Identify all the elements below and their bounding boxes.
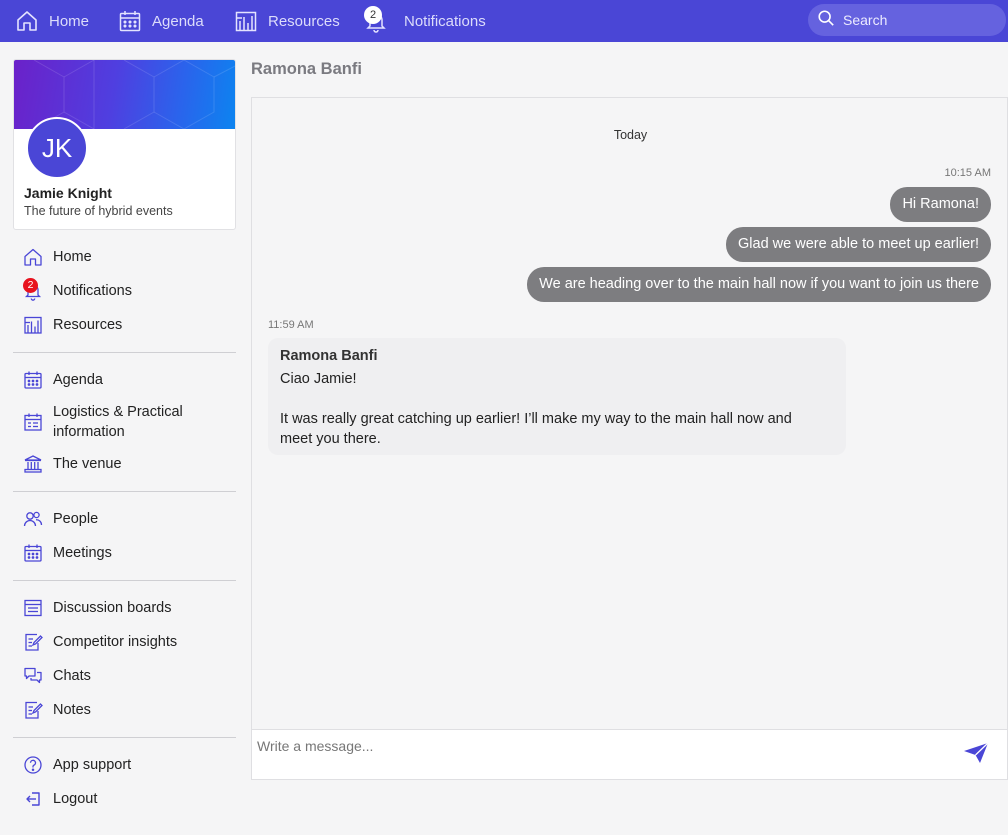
sidebar-item-label: Notifications [53,283,132,299]
sidebar-item-label: People [53,511,99,527]
chat-message-panel[interactable]: Today 10:15 AM Hi Ramona! Glad we were a… [251,97,1008,729]
sidebar-item-label: Notes [53,702,91,718]
profile-tagline: The future of hybrid events [24,204,173,218]
chat-title: Ramona Banfi [251,60,362,78]
sidebar-item-label-line2: information [53,424,125,440]
profile-card[interactable]: JK Jamie Knight The future of hybrid eve… [13,59,236,230]
sidebar-item-label: Discussion boards [53,600,172,616]
top-nav-resources[interactable]: Resources [234,0,340,42]
profile-name: Jamie Knight [24,185,112,201]
sidebar-item-discussion-boards[interactable]: Discussion boards [13,598,236,618]
outgoing-timestamp: 10:15 AM [944,167,991,179]
message-text-line: Ciao Jamie! [280,371,357,387]
top-nav-resources-label: Resources [268,12,340,30]
search-icon [817,9,835,32]
avatar: JK [26,117,88,179]
top-nav-agenda-label: Agenda [152,12,204,30]
message-sender: Ramona Banfi [280,348,378,364]
help-icon [23,755,43,775]
outgoing-message[interactable]: Glad we were able to meet up earlier! [726,227,991,262]
sidebar-item-home[interactable]: Home [13,247,236,267]
message-text-line: It was really great catching up earlier!… [280,411,792,427]
top-nav-notifications-label: Notifications [404,12,486,30]
sidebar-item-logout[interactable]: Logout [13,789,236,809]
sidebar-item-label-group: Logistics & Practical information [53,402,183,442]
send-button[interactable] [963,742,989,764]
sidebar-item-label: Meetings [53,545,112,561]
sidebar-item-label: Logistics & Practical [53,404,183,420]
sidebar-item-notifications[interactable]: 2 Notifications [13,278,236,301]
top-nav-notifications[interactable]: 2 Notifications [364,0,486,42]
sidebar-item-label: Resources [53,317,123,333]
top-nav-home[interactable]: Home [15,0,89,42]
incoming-timestamp: 11:59 AM [268,319,314,331]
sidebar-item-notes[interactable]: Notes [13,700,236,720]
top-nav-bar: Home Agenda Resources 2 Notifications [0,0,1008,42]
notes-icon [23,700,43,720]
sidebar-item-label: The venue [53,456,122,472]
chat-icon [23,666,43,686]
incoming-message[interactable]: Ramona Banfi Ciao Jamie! It was really g… [268,338,846,455]
sidebar-item-label: Home [53,249,92,265]
sidebar-divider [13,737,236,738]
sidebar-item-label: Competitor insights [53,634,178,650]
sidebar-item-logistics[interactable]: Logistics & Practical information [13,402,236,442]
notifications-count-badge: 2 [364,6,382,24]
sidebar-item-app-support[interactable]: App support [13,755,236,775]
sidebar-divider [13,352,236,353]
sidebar-divider [13,580,236,581]
top-nav-home-label: Home [49,12,90,30]
message-text-line: meet you there. [280,431,381,447]
calendar-icon [23,543,43,563]
logistics-icon [23,412,43,432]
message-input[interactable] [257,736,937,756]
home-icon [23,247,43,267]
sidebar-item-meetings[interactable]: Meetings [13,543,236,563]
message-paragraph-gap [280,389,834,409]
message-composer [251,729,1008,780]
sidebar-item-label: Chats [53,668,91,684]
top-nav-agenda[interactable]: Agenda [118,0,204,42]
day-separator: Today [613,128,648,142]
sidebar-item-label: Agenda [53,372,103,388]
send-icon [964,742,989,763]
sidebar-item-label: Logout [53,791,98,807]
edit-note-icon [23,632,43,652]
calendar-icon [118,9,142,33]
outgoing-message[interactable]: Hi Ramona! [890,187,991,222]
board-icon [23,598,43,618]
sidebar-item-chats[interactable]: Chats [13,666,236,686]
sidebar-item-label: App support [53,757,132,773]
sidebar-item-people[interactable]: People [13,509,236,529]
sidebar-item-agenda[interactable]: Agenda [13,370,236,390]
people-icon [23,509,43,529]
sidebar-item-venue[interactable]: The venue [13,454,236,474]
logout-icon [23,789,43,809]
sidebar-item-resources[interactable]: Resources [13,315,236,335]
venue-icon [23,454,43,474]
sidebar-divider [13,491,236,492]
outgoing-message[interactable]: We are heading over to the main hall now… [527,267,991,302]
resources-icon [23,315,43,335]
notifications-badge: 2 [23,278,38,293]
sidebar-item-competitor-insights[interactable]: Competitor insights [13,632,236,652]
calendar-icon [23,370,43,390]
resources-icon [234,9,258,33]
search-input[interactable] [843,12,993,28]
search-box[interactable] [808,4,1006,36]
home-icon [15,9,39,33]
